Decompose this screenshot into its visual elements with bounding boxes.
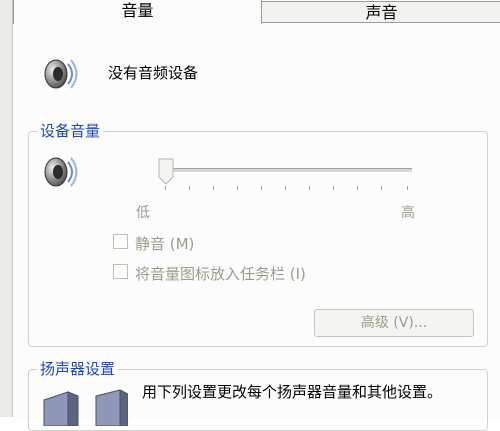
slider-tick xyxy=(189,186,190,190)
speaker-settings-description: 用下列设置更改每个扬声器音量和其他设置。 xyxy=(142,383,443,401)
slider-tick xyxy=(357,186,358,190)
slider-tick xyxy=(381,186,382,190)
volume-slider-thumb[interactable] xyxy=(158,158,174,186)
status-text: 没有音频设备 xyxy=(108,64,199,82)
tab-volume[interactable]: 音量 xyxy=(13,0,262,24)
tab-volume-label: 音量 xyxy=(121,1,154,20)
slider-tick xyxy=(165,186,166,190)
tab-sounds[interactable]: 声音 xyxy=(261,1,500,24)
volume-slider-track[interactable] xyxy=(160,168,412,173)
window-edge xyxy=(0,0,13,417)
speaker-settings-title: 扬声器设置 xyxy=(37,358,119,379)
tray-icon-checkbox[interactable] xyxy=(113,264,128,279)
slider-tick xyxy=(285,186,286,190)
slider-tick xyxy=(213,186,214,190)
tab-sounds-label: 声音 xyxy=(365,3,398,22)
slider-tick xyxy=(261,186,262,190)
device-volume-title: 设备音量 xyxy=(37,120,104,141)
slider-high-label: 高 xyxy=(401,205,415,221)
speaker-icon xyxy=(44,157,78,187)
slider-tick xyxy=(407,186,408,190)
speakers-icon xyxy=(43,389,128,426)
slider-tick xyxy=(237,186,238,190)
slider-tick xyxy=(309,186,310,190)
slider-low-label: 低 xyxy=(136,205,150,221)
advanced-button[interactable]: 高级 (V)... xyxy=(314,309,474,337)
tray-icon-label: 将音量图标放入任务栏 (I) xyxy=(135,265,306,283)
mute-checkbox[interactable] xyxy=(113,234,128,249)
speaker-icon xyxy=(44,59,78,89)
slider-tick xyxy=(333,186,334,190)
mute-label: 静音 (M) xyxy=(135,235,195,253)
